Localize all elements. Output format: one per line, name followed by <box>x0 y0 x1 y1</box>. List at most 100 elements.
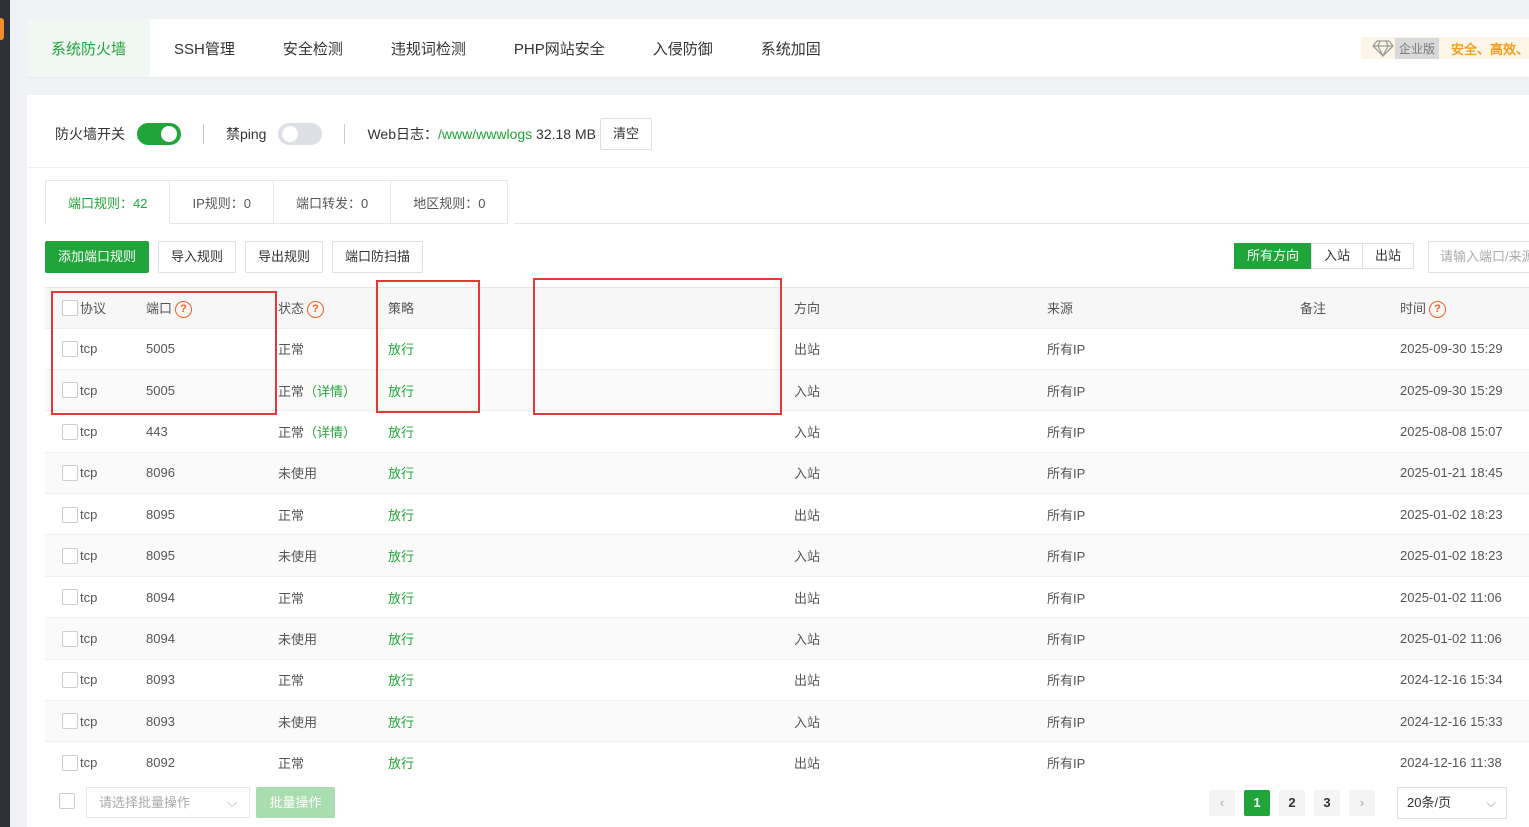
ping-switch-label: 禁ping <box>226 126 267 142</box>
clear-log-button[interactable]: 清空 <box>599 118 652 150</box>
row-checkbox[interactable] <box>62 547 78 564</box>
page-3[interactable]: 3 <box>1314 790 1340 816</box>
cell-policy[interactable]: 放行 <box>388 576 641 619</box>
export-rules-button[interactable]: 导出规则 <box>245 241 324 273</box>
table-row[interactable]: tcp 8093 未使用 放行 入站 所有IP 2024-12-16 15:33 <box>45 700 1529 743</box>
cell-remark[interactable] <box>1147 369 1400 412</box>
page-2[interactable]: 2 <box>1279 790 1305 816</box>
cell-remark[interactable] <box>1147 576 1400 619</box>
filter-all-directions[interactable]: 所有方向 <box>1234 243 1313 269</box>
cell-port: 8096 <box>146 452 278 495</box>
tab-system-firewall[interactable]: 系统防火墙 <box>27 19 151 77</box>
cell-status: 正常 <box>278 493 388 536</box>
cell-policy[interactable]: 放行 <box>388 534 641 577</box>
row-checkbox[interactable] <box>62 754 78 771</box>
row-checkbox[interactable] <box>62 713 78 730</box>
table-row[interactable]: tcp 8094 未使用 放行 入站 所有IP 2025-01-02 11:06 <box>45 617 1529 660</box>
cell-status: 正常 <box>278 328 388 370</box>
prev-page-icon[interactable]: ‹ <box>1209 790 1235 816</box>
cell-policy[interactable]: 放行 <box>388 741 641 771</box>
status-text: 正常 <box>278 756 305 771</box>
row-select-cell <box>45 576 80 619</box>
cell-remark[interactable] <box>1147 410 1400 453</box>
cell-protocol: tcp <box>80 410 146 453</box>
ping-toggle[interactable] <box>278 123 323 145</box>
table-row[interactable]: tcp 8096 未使用 放行 入站 所有IP 2025-01-21 18:45 <box>45 452 1529 495</box>
tab-illegal-words[interactable]: 违规词检测 <box>367 19 490 77</box>
status-detail-link[interactable]: （详情） <box>304 384 356 399</box>
cell-direction: 出站 <box>641 493 894 536</box>
cell-source: 所有IP <box>894 617 1147 660</box>
filter-outbound[interactable]: 出站 <box>1362 243 1415 269</box>
cell-policy[interactable]: 放行 <box>388 700 641 743</box>
batch-operation-select[interactable]: 请选择批量操作 ⌵ <box>86 787 250 818</box>
cell-source: 所有IP <box>894 410 1147 453</box>
cell-status: 正常 <box>278 741 388 771</box>
table-row[interactable]: tcp 8095 未使用 放行 入站 所有IP 2025-01-02 18:23 <box>45 534 1529 577</box>
cell-port: 8093 <box>146 659 278 702</box>
status-text: 未使用 <box>278 466 318 482</box>
status-text: 未使用 <box>278 549 318 565</box>
status-text: 正常 <box>278 342 305 358</box>
page-size-value: 20条/页 <box>1407 795 1452 810</box>
tab-ssh-manage[interactable]: SSH管理 <box>150 19 259 77</box>
tab-port-rules[interactable]: 端口规则：42 <box>45 180 171 224</box>
cell-policy[interactable]: 放行 <box>388 617 641 660</box>
import-rules-button[interactable]: 导入规则 <box>158 241 237 273</box>
row-checkbox[interactable] <box>62 423 78 440</box>
table-row[interactable]: tcp 8094 正常 放行 出站 所有IP 2025-01-02 11:06 <box>45 576 1529 619</box>
weblog-path-link[interactable]: /www/wwwlogs <box>438 126 532 142</box>
cell-remark[interactable] <box>1147 617 1400 660</box>
cell-remark[interactable] <box>1147 741 1400 771</box>
cell-source: 所有IP <box>894 493 1147 536</box>
tab-security-scan[interactable]: 安全检测 <box>259 19 367 77</box>
status-text: 正常 <box>278 590 305 606</box>
divider <box>203 124 204 144</box>
row-checkbox[interactable] <box>62 465 78 482</box>
footer-select-all-checkbox[interactable] <box>59 793 75 809</box>
search-input[interactable]: 请输入端口/来源 <box>1428 241 1529 273</box>
row-checkbox[interactable] <box>62 506 78 523</box>
weblog-info: Web日志：/www/wwwlogs 32.18 MB <box>367 124 596 144</box>
enterprise-banner[interactable]: 企业版 安全、高效、 <box>1360 37 1529 59</box>
tab-ip-rules[interactable]: IP规则：0 <box>170 180 274 224</box>
table-row[interactable]: tcp 8095 正常 放行 出站 所有IP 2025-01-02 18:23 <box>45 493 1529 536</box>
next-page-icon[interactable]: › <box>1349 790 1375 816</box>
help-icon[interactable]: ? <box>307 300 325 318</box>
row-checkbox[interactable] <box>62 630 78 647</box>
row-checkbox[interactable] <box>62 672 78 689</box>
cell-remark[interactable] <box>1147 700 1400 743</box>
tab-intrusion-defense[interactable]: 入侵防御 <box>629 19 737 77</box>
table-row[interactable]: tcp 8093 正常 放行 出站 所有IP 2024-12-16 15:34 <box>45 659 1529 702</box>
add-port-rule-button[interactable]: 添加端口规则 <box>45 241 150 273</box>
cell-remark[interactable] <box>1147 452 1400 495</box>
cell-policy[interactable]: 放行 <box>388 659 641 702</box>
cell-remark[interactable] <box>1147 534 1400 577</box>
cell-remark[interactable] <box>1147 328 1400 370</box>
cell-remark[interactable] <box>1147 659 1400 702</box>
help-icon[interactable]: ? <box>1429 300 1447 318</box>
tab-region-rules[interactable]: 地区规则：0 <box>391 180 509 224</box>
batch-operation-button[interactable]: 批量操作 <box>256 787 335 818</box>
cell-policy[interactable]: 放行 <box>388 493 641 536</box>
tab-system-hardening[interactable]: 系统加固 <box>737 19 845 77</box>
port-anti-scan-button[interactable]: 端口防扫描 <box>332 241 424 273</box>
diamond-icon <box>1371 39 1395 58</box>
cell-direction: 出站 <box>641 576 894 619</box>
cell-policy[interactable]: 放行 <box>388 452 641 495</box>
page-1[interactable]: 1 <box>1244 790 1270 816</box>
tab-php-site-security[interactable]: PHP网站安全 <box>490 19 629 77</box>
firewall-toggle[interactable] <box>137 123 181 145</box>
cell-remark[interactable] <box>1147 493 1400 536</box>
filter-inbound[interactable]: 入站 <box>1311 243 1364 269</box>
table-row[interactable]: tcp 8092 正常 放行 出站 所有IP 2024-12-16 11:38 <box>45 741 1529 771</box>
tab-port-forward[interactable]: 端口转发：0 <box>273 180 392 224</box>
cell-time: 2025-08-08 15:07 <box>1400 410 1529 453</box>
cell-protocol: tcp <box>80 534 146 577</box>
status-detail-link[interactable]: （详情） <box>304 425 356 440</box>
page-size-select[interactable]: 20条/页 ⌵ <box>1397 787 1507 819</box>
table-row[interactable]: tcp 443 正常（详情） 放行 入站 所有IP 2025-08-08 15:07 <box>45 410 1529 453</box>
cell-policy[interactable]: 放行 <box>388 410 641 453</box>
row-checkbox[interactable] <box>62 589 78 606</box>
cell-status: 未使用 <box>278 700 388 743</box>
